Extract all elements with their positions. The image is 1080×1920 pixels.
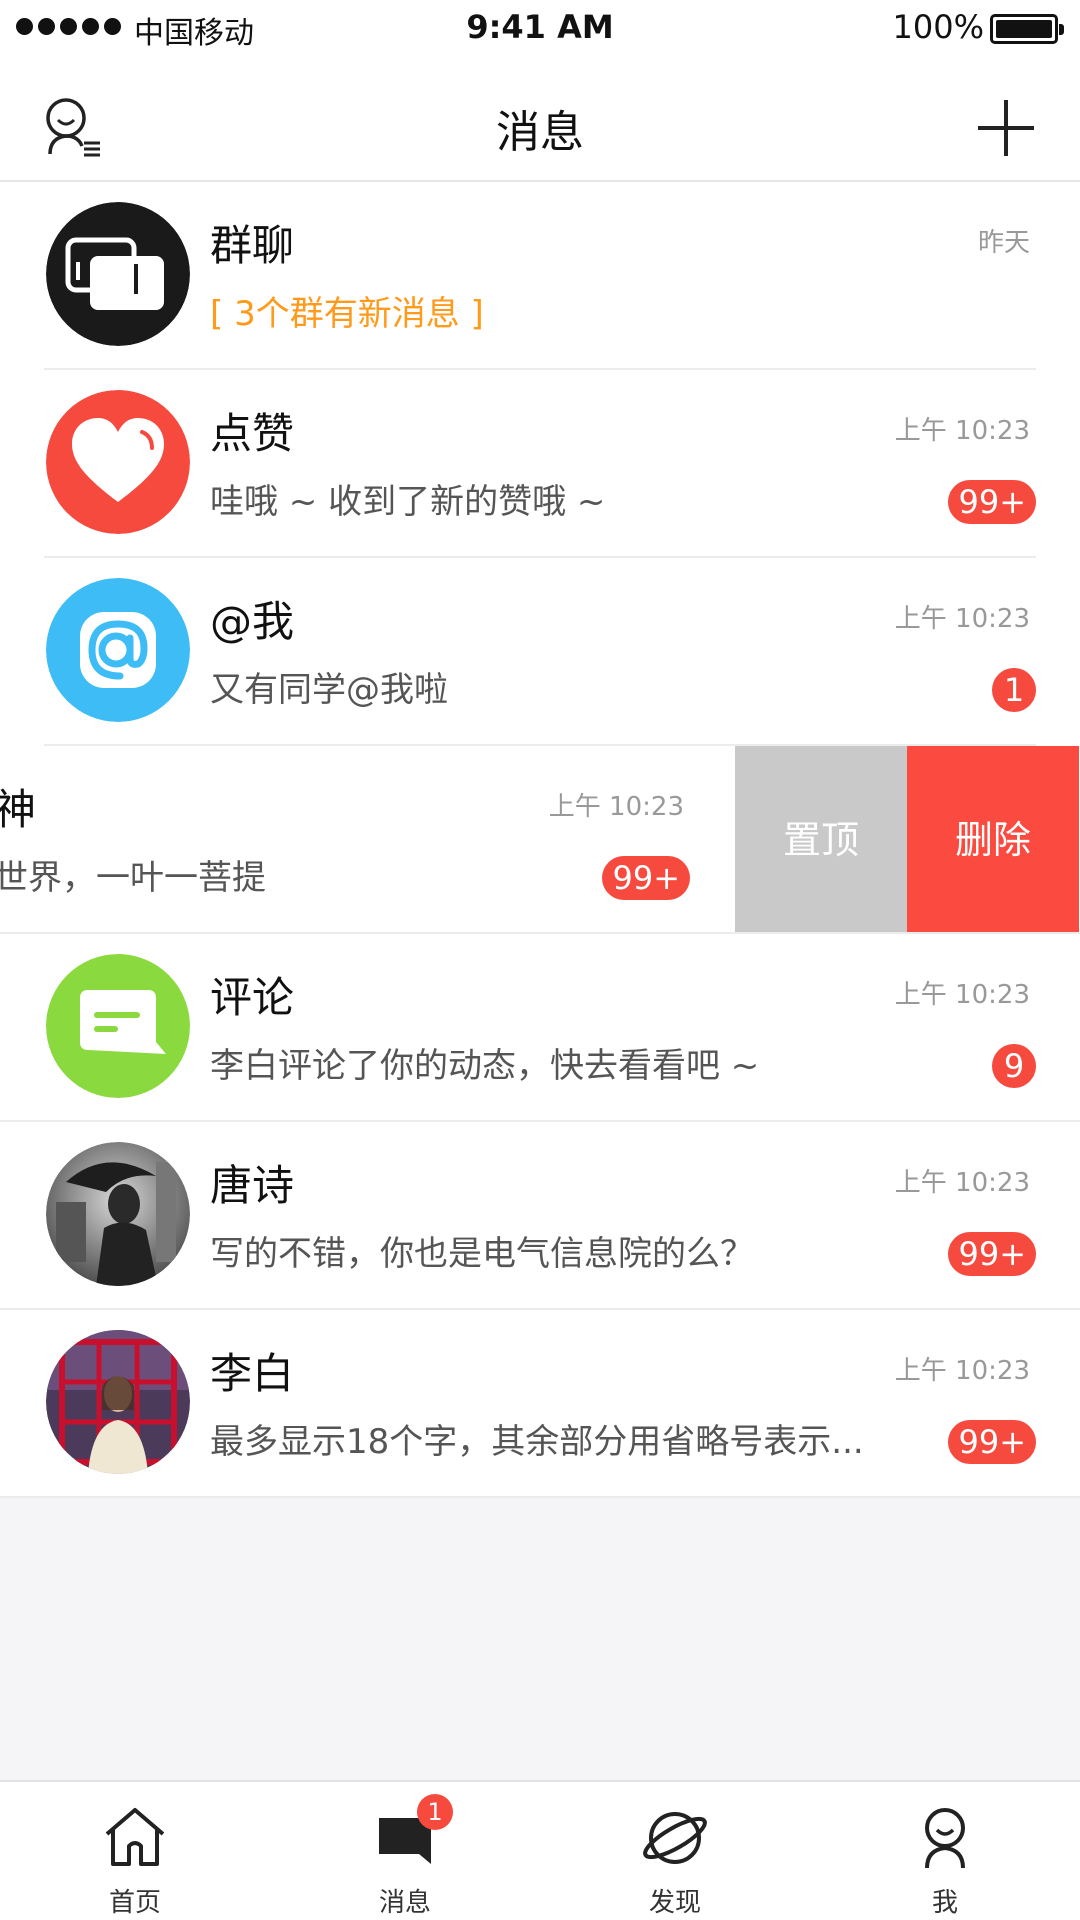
conversation-row-libai[interactable]: 李白 最多显示18个字，其余部分用省略号表示... 上午 10:23 99+ <box>0 1310 1080 1498</box>
conversation-row-mentions[interactable]: @我 又有同学@我啦 上午 10:23 1 <box>0 558 1080 746</box>
conversation-time: 上午 10:23 <box>894 416 1030 446</box>
conversation-name: 评论 <box>210 973 295 1022</box>
conversation-row-comments[interactable]: 评论 李白评论了你的动态，快去看看吧 ~ 上午 10:23 9 <box>0 934 1080 1122</box>
heart-icon <box>46 390 190 534</box>
conversation-row-likes[interactable]: 点赞 哇哦 ~ 收到了新的赞哦 ~ 上午 10:23 99+ <box>0 370 1080 558</box>
unread-badge: 99+ <box>948 480 1036 524</box>
pin-button[interactable]: 置顶 <box>735 746 907 934</box>
conversation-name: 神 <box>0 785 37 834</box>
conversation-preview: [ 3个群有新消息 ] <box>210 294 484 334</box>
conversation-name: 李白 <box>210 1349 295 1398</box>
conversation-time: 上午 10:23 <box>894 980 1030 1010</box>
conversation-preview: 写的不错，你也是电气信息院的么？ <box>210 1234 754 1274</box>
conversation-time: 昨天 <box>977 228 1030 258</box>
home-icon <box>99 1804 171 1870</box>
tab-messages[interactable]: 1 消息 <box>270 1782 540 1920</box>
comment-icon <box>46 954 190 1098</box>
conversation-name: 点赞 <box>210 409 295 458</box>
tab-label: 我 <box>931 1888 958 1918</box>
battery-percent: 100% <box>892 8 984 46</box>
conversation-preview: 哇哦 ~ 收到了新的赞哦 ~ <box>210 482 606 522</box>
tab-label: 首页 <box>108 1888 161 1918</box>
nav-bar: 消息 <box>0 56 1080 182</box>
battery-icon <box>990 14 1064 44</box>
group-chat-icon <box>46 202 190 346</box>
planet-icon <box>639 1804 711 1870</box>
status-bar: 中国移动 9:41 AM 100% <box>0 0 1080 56</box>
conversation-preview: 世界，一叶一菩提 <box>0 858 266 898</box>
conversation-row-group-chat[interactable]: 群聊 [ 3个群有新消息 ] 昨天 <box>0 182 1080 370</box>
unread-badge: 9 <box>992 1044 1036 1088</box>
conversation-name: @我 <box>210 597 295 646</box>
unread-badge: 99+ <box>948 1420 1036 1464</box>
tab-unread-badge: 1 <box>417 1794 453 1830</box>
unread-badge: 99+ <box>948 1232 1036 1276</box>
conversation-name: 群聊 <box>210 221 295 270</box>
conversation-time: 上午 10:23 <box>894 604 1030 634</box>
conversation-name: 唐诗 <box>210 1161 295 1210</box>
conversation-preview: 李白评论了你的动态，快去看看吧 ~ <box>210 1046 760 1086</box>
conversation-preview: 最多显示18个字，其余部分用省略号表示... <box>210 1422 864 1462</box>
unread-badge: 1 <box>992 668 1036 712</box>
person-icon <box>909 1804 981 1870</box>
row-divider <box>0 1496 1080 1498</box>
tab-home[interactable]: 首页 <box>0 1782 270 1920</box>
tab-label: 发现 <box>648 1888 701 1918</box>
conversation-time: 上午 10:23 <box>894 1356 1030 1386</box>
conversation-row-tangshi[interactable]: 唐诗 写的不错，你也是电气信息院的么？ 上午 10:23 99+ <box>0 1122 1080 1310</box>
conversation-time: 上午 10:23 <box>894 1168 1030 1198</box>
conversation-time: 上午 10:23 <box>548 792 684 822</box>
page-title: 消息 <box>496 107 584 158</box>
conversation-row-swiped[interactable]: 神 世界，一叶一菩提 上午 10:23 99+ 置顶 删除 <box>0 746 1080 934</box>
tab-bar: 首页 1 消息 发现 我 <box>0 1780 1080 1920</box>
photo-avatar <box>46 1142 190 1286</box>
conversation-preview: 又有同学@我啦 <box>210 670 448 710</box>
conversation-list: 群聊 [ 3个群有新消息 ] 昨天 点赞 哇哦 ~ 收到了新的赞哦 ~ 上午 1… <box>0 182 1080 1498</box>
at-icon <box>46 578 190 722</box>
unread-badge: 99+ <box>602 856 690 900</box>
delete-button[interactable]: 删除 <box>907 746 1079 934</box>
tab-me[interactable]: 我 <box>810 1782 1080 1920</box>
photo-avatar <box>46 1330 190 1474</box>
add-button[interactable] <box>978 100 1034 156</box>
tab-discover[interactable]: 发现 <box>540 1782 810 1920</box>
tab-label: 消息 <box>378 1888 431 1918</box>
